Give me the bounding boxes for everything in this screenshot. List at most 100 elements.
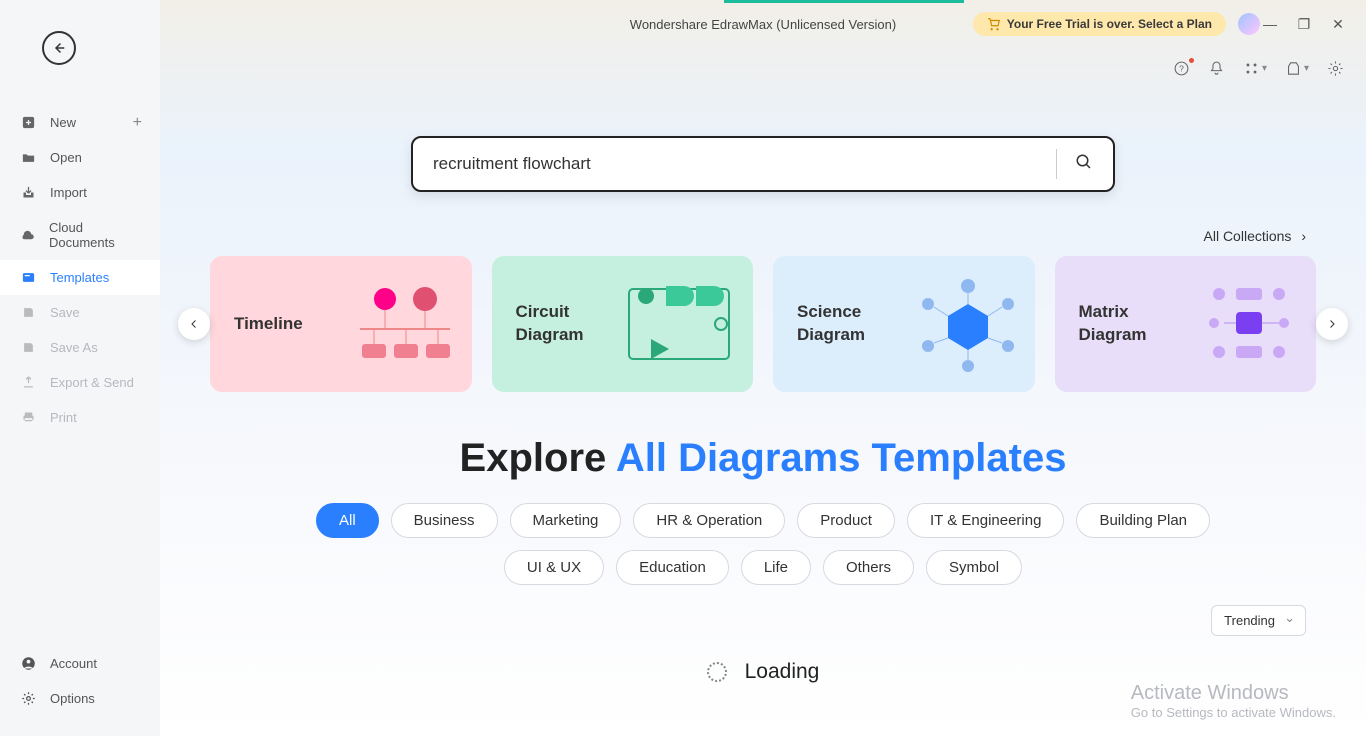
- avatar[interactable]: [1238, 13, 1260, 35]
- sidebar-item-saveas: Save As: [0, 330, 160, 365]
- sidebar-item-print: Print: [0, 400, 160, 435]
- timeline-graphic-icon: [350, 274, 460, 374]
- sidebar-item-label: Save As: [50, 340, 98, 355]
- explore-prefix: Explore: [460, 436, 616, 480]
- import-icon: [20, 185, 36, 200]
- sidebar-item-account[interactable]: Account: [0, 646, 160, 681]
- arrow-left-icon: [50, 39, 68, 57]
- carousel-next-button[interactable]: [1316, 308, 1348, 340]
- save-icon: [20, 305, 36, 320]
- cloud-icon: [20, 228, 35, 243]
- sidebar-item-label: Open: [50, 150, 82, 165]
- search-button[interactable]: [1075, 153, 1093, 176]
- cart-icon: [987, 17, 1001, 31]
- folder-icon: [20, 150, 36, 165]
- pill-symbol[interactable]: Symbol: [926, 550, 1022, 585]
- search-input[interactable]: [433, 154, 1038, 174]
- user-icon: [20, 656, 36, 671]
- sort-select[interactable]: Trending: [1211, 605, 1306, 636]
- theme-icon[interactable]: ▾: [1285, 60, 1309, 77]
- close-button[interactable]: ✕: [1330, 16, 1346, 33]
- pill-building[interactable]: Building Plan: [1076, 503, 1210, 538]
- sidebar-item-label: Import: [50, 185, 87, 200]
- sidebar-item-options[interactable]: Options: [0, 681, 160, 716]
- trial-text: Your Free Trial is over. Select a Plan: [1007, 17, 1212, 31]
- sidebar-item-import[interactable]: Import: [0, 175, 160, 210]
- chevron-right-icon: [1326, 318, 1338, 330]
- chevron-right-icon: ›: [1301, 228, 1306, 244]
- back-button[interactable]: [42, 31, 76, 65]
- templates-icon: [20, 270, 36, 285]
- spinner-icon: [707, 662, 727, 682]
- explore-highlight: All Diagrams Templates: [616, 436, 1067, 480]
- all-collections-label: All Collections: [1204, 228, 1292, 244]
- gear-icon: [20, 691, 36, 706]
- card-label: Timeline: [234, 313, 303, 336]
- science-graphic-icon: [913, 274, 1023, 374]
- tab-accent: [724, 0, 964, 3]
- pill-uiux[interactable]: UI & UX: [504, 550, 604, 585]
- maximize-button[interactable]: ❐: [1296, 16, 1312, 33]
- pill-it[interactable]: IT & Engineering: [907, 503, 1064, 538]
- titlebar: Wondershare EdrawMax (Unlicensed Version…: [160, 0, 1366, 48]
- loading-text: Loading: [745, 660, 820, 684]
- trial-badge[interactable]: Your Free Trial is over. Select a Plan: [973, 12, 1226, 36]
- sidebar-item-open[interactable]: Open: [0, 140, 160, 175]
- sidebar-item-label: Account: [50, 656, 97, 671]
- divider: [1056, 149, 1057, 179]
- loading-indicator: Loading: [200, 660, 1326, 684]
- apps-icon[interactable]: ▾: [1243, 60, 1267, 77]
- sidebar-item-label: Print: [50, 410, 77, 425]
- matrix-graphic-icon: [1194, 274, 1304, 374]
- export-icon: [20, 375, 36, 390]
- explore-heading: Explore All Diagrams Templates: [200, 436, 1326, 481]
- windows-watermark: Activate Windows Go to Settings to activ…: [1131, 682, 1336, 720]
- help-icon[interactable]: ?: [1173, 60, 1190, 77]
- watermark-title: Activate Windows: [1131, 682, 1336, 705]
- chevron-left-icon: [188, 318, 200, 330]
- pill-product[interactable]: Product: [797, 503, 895, 538]
- minimize-button[interactable]: —: [1262, 16, 1278, 33]
- main-area: Wondershare EdrawMax (Unlicensed Version…: [160, 0, 1366, 736]
- add-icon[interactable]: +: [133, 114, 142, 132]
- search-icon: [1075, 153, 1093, 171]
- sidebar-item-save: Save: [0, 295, 160, 330]
- card-matrix[interactable]: Matrix Diagram: [1055, 256, 1317, 392]
- card-label: Matrix Diagram: [1079, 301, 1189, 347]
- all-collections-link[interactable]: All Collections ›: [200, 228, 1306, 244]
- sidebar-item-new[interactable]: New +: [0, 105, 160, 140]
- sidebar-item-label: New: [50, 115, 76, 130]
- card-timeline[interactable]: Timeline: [210, 256, 472, 392]
- sidebar-item-label: Save: [50, 305, 80, 320]
- card-label: Science Diagram: [797, 301, 907, 347]
- sidebar: New + Open Import Cloud Documents Templa…: [0, 0, 160, 736]
- pill-education[interactable]: Education: [616, 550, 729, 585]
- saveas-icon: [20, 340, 36, 355]
- pill-business[interactable]: Business: [391, 503, 498, 538]
- bell-icon[interactable]: [1208, 60, 1225, 77]
- pill-life[interactable]: Life: [741, 550, 811, 585]
- pill-hr[interactable]: HR & Operation: [633, 503, 785, 538]
- search-box: [411, 136, 1115, 192]
- sidebar-item-templates[interactable]: Templates: [0, 260, 160, 295]
- svg-text:?: ?: [1179, 63, 1184, 73]
- card-science[interactable]: Science Diagram: [773, 256, 1035, 392]
- carousel-prev-button[interactable]: [178, 308, 210, 340]
- template-carousel: Timeline Circuit Diagram: [200, 256, 1326, 392]
- print-icon: [20, 410, 36, 425]
- secondary-toolbar: ? ▾ ▾: [160, 48, 1366, 88]
- sidebar-item-cloud[interactable]: Cloud Documents: [0, 210, 160, 260]
- category-pills: All Business Marketing HR & Operation Pr…: [200, 503, 1326, 585]
- watermark-sub: Go to Settings to activate Windows.: [1131, 705, 1336, 720]
- sort-selected: Trending: [1224, 613, 1275, 628]
- settings-icon[interactable]: [1327, 60, 1344, 77]
- app-title: Wondershare EdrawMax (Unlicensed Version…: [630, 17, 896, 32]
- pill-marketing[interactable]: Marketing: [510, 503, 622, 538]
- sidebar-item-label: Export & Send: [50, 375, 134, 390]
- sidebar-item-label: Templates: [50, 270, 109, 285]
- pill-all[interactable]: All: [316, 503, 379, 538]
- circuit-graphic-icon: [621, 274, 741, 374]
- pill-others[interactable]: Others: [823, 550, 914, 585]
- card-circuit[interactable]: Circuit Diagram: [492, 256, 754, 392]
- sidebar-item-label: Cloud Documents: [49, 220, 140, 250]
